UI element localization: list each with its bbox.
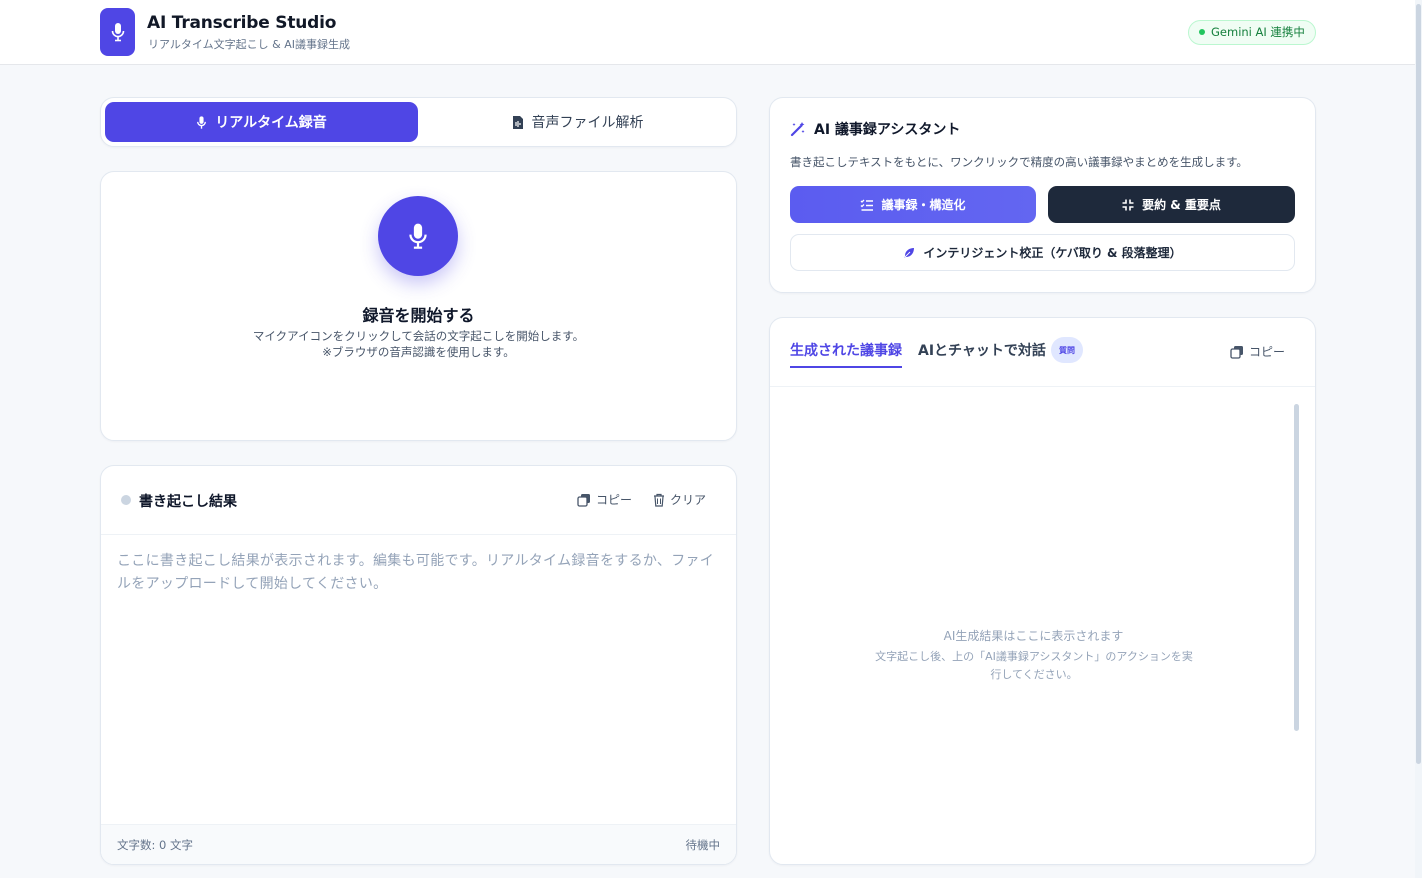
app-header: AI Transcribe Studio リアルタイム文字起こし & AI議事録… [0, 0, 1422, 65]
copy-icon [1230, 345, 1243, 359]
button-label: インテリジェント校正（ケバ取り & 段落整理） [923, 246, 1182, 260]
tab-audio-file[interactable]: 音声ファイル解析 [421, 102, 734, 142]
app-title: AI Transcribe Studio [147, 13, 337, 33]
connection-status-badge: Gemini AI 連携中 [1188, 20, 1316, 45]
start-recording-button[interactable] [378, 196, 458, 276]
chat-badge: 質問 [1051, 337, 1083, 363]
transcript-title: 書き起こし結果 [139, 494, 237, 510]
recorder-title: 録音を開始する [362, 306, 475, 325]
transcript-textarea[interactable]: ここに書き起こし結果が表示されます。編集も可能です。リアルタイム録音をするか、フ… [117, 550, 721, 596]
status-label: Gemini AI 連携中 [1211, 25, 1305, 39]
clear-label: クリア [670, 493, 707, 507]
proofread-button[interactable]: インテリジェント校正（ケバ取り & 段落整理） [790, 234, 1295, 271]
page-scrollbar-thumb[interactable] [1416, 4, 1421, 764]
app-logo [100, 8, 135, 56]
transcript-header: 書き起こし結果 コピー クリア [101, 466, 736, 535]
status-dot-icon [1199, 29, 1205, 35]
copy-transcript-button[interactable]: コピー [577, 491, 632, 508]
tab-label: 音声ファイル解析 [531, 115, 644, 131]
tab-label: リアルタイム録音 [215, 115, 327, 131]
button-label: 要約 & 重要点 [1142, 198, 1221, 212]
copy-icon [577, 493, 590, 507]
empty-state-description: 文字起こし後、上の「AI議事録アシスタント」のアクションを実行してください。 [875, 650, 1193, 681]
tab-generated-minutes[interactable]: 生成された議事録 [790, 340, 902, 368]
copy-label: コピー [1249, 345, 1286, 359]
mic-icon [409, 223, 427, 249]
recording-state: 待機中 [685, 838, 721, 852]
assistant-title: AI 議事録アシスタント [814, 122, 961, 138]
result-scrollbar[interactable] [1294, 404, 1299, 731]
app-subtitle: リアルタイム文字起こし & AI議事録生成 [148, 38, 351, 51]
copy-result-button[interactable]: コピー [1230, 343, 1285, 360]
generate-minutes-button[interactable]: 議事録・構造化 [790, 186, 1036, 223]
audio-file-icon [512, 115, 523, 129]
mic-icon [197, 115, 207, 129]
copy-label: コピー [596, 493, 633, 507]
button-label: 議事録・構造化 [881, 198, 966, 212]
empty-state-title: AI生成結果はここに表示されます [943, 629, 1124, 643]
recorder-description-line: マイクアイコンをクリックして会話の文字起こしを開始します。 [252, 329, 585, 343]
list-check-icon [861, 199, 874, 211]
tab-ai-chat[interactable]: AIとチャットで対話 [918, 340, 1046, 360]
ai-assistant-panel: AI 議事録アシスタント 書き起こしテキストをもとに、ワンクリックで精度の高い議… [769, 97, 1316, 293]
result-header: 生成された議事録 AIとチャットで対話 質問 コピー [770, 318, 1315, 387]
clear-transcript-button[interactable]: クリア [653, 491, 706, 508]
feather-icon [904, 247, 915, 258]
result-panel: 生成された議事録 AIとチャットで対話 質問 コピー AI生成結果はここに表示さ… [769, 317, 1316, 865]
tab-realtime-recording[interactable]: リアルタイム録音 [105, 102, 418, 142]
transcript-footer: 文字数: 0 文字 待機中 [101, 824, 736, 864]
transcript-panel: 書き起こし結果 コピー クリア ここに書き起こし結果が表示されます。編集も可能で… [100, 465, 737, 865]
mic-icon [111, 23, 124, 42]
recorder-description: マイクアイコンをクリックして会話の文字起こしを開始します。 ※ブラウザの音声認識… [101, 328, 736, 360]
status-dot-icon [121, 495, 131, 505]
summary-button[interactable]: 要約 & 重要点 [1048, 186, 1295, 223]
compress-icon [1122, 199, 1134, 210]
assistant-description: 書き起こしテキストをもとに、ワンクリックで精度の高い議事録やまとめを生成します。 [790, 155, 1248, 169]
recorder-panel: 録音を開始する マイクアイコンをクリックして会話の文字起こしを開始します。 ※ブ… [100, 171, 737, 441]
char-count: 文字数: 0 文字 [117, 838, 194, 852]
magic-wand-icon [790, 122, 805, 137]
trash-icon [654, 493, 664, 507]
mode-tabs: リアルタイム録音 音声ファイル解析 [100, 97, 737, 147]
recorder-description-line: ※ブラウザの音声認識を使用します。 [322, 345, 515, 359]
